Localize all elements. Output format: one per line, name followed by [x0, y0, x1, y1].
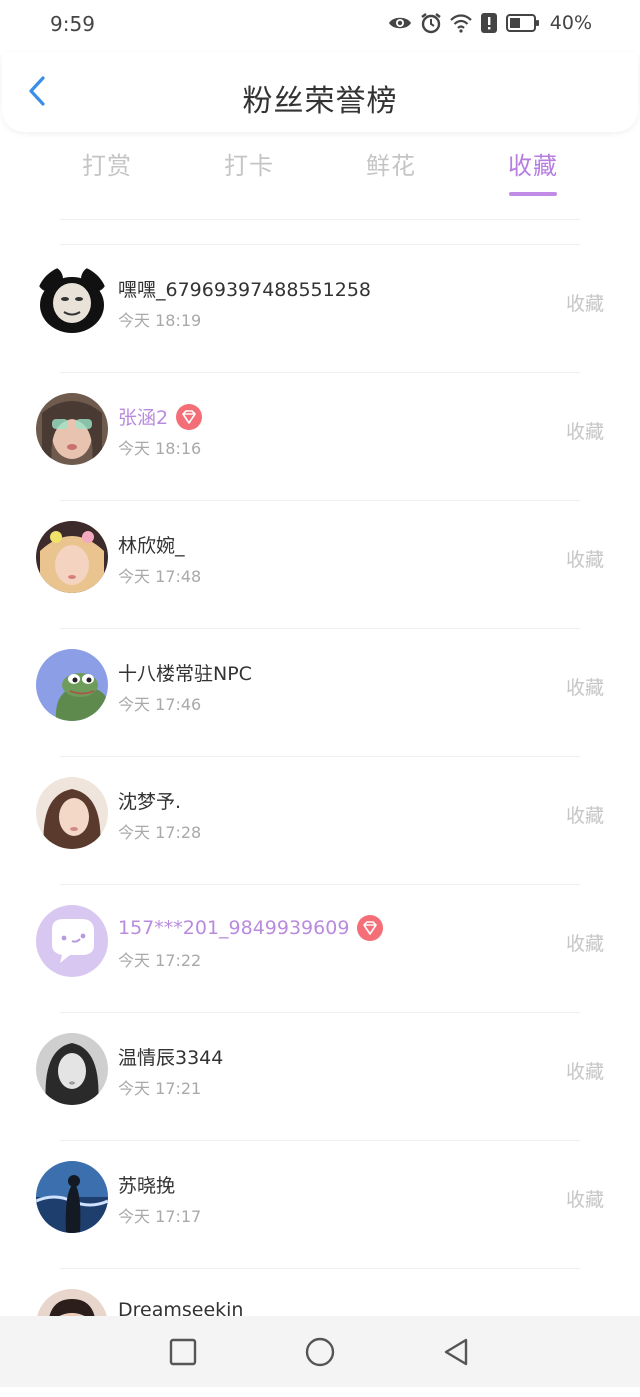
avatar[interactable] — [36, 1033, 108, 1105]
tab-label: 打卡 — [224, 152, 274, 180]
list-item[interactable]: 十八楼常驻NPC 今天 17:46 收藏 — [0, 629, 640, 757]
name-line: 157***201_9849939609 — [118, 915, 384, 941]
list-item[interactable]: 嘿嘿_67969397488551258 今天 18:19 收藏 — [0, 245, 640, 373]
tab-label: 收藏 — [508, 152, 558, 180]
action-label: 收藏 — [565, 933, 604, 955]
status-icons: 40% — [388, 12, 592, 34]
navigation-bar: 粉丝荣誉榜 — [2, 52, 638, 132]
fan-name: 苏晓挽 — [118, 1175, 176, 1197]
tab-reward[interactable]: 打赏 — [57, 146, 157, 181]
name-line: 温情辰3344 — [118, 1043, 223, 1070]
fan-time: 今天 17:48 — [118, 567, 202, 586]
fan-name: 157***201_9849939609 — [118, 917, 350, 939]
battery-percentage: 40% — [549, 12, 592, 34]
tab-label: 打赏 — [82, 152, 132, 180]
alert-icon — [480, 12, 498, 34]
fan-name: 沈梦予. — [118, 791, 182, 813]
list-item[interactable]: 温情辰3344 今天 17:21 收藏 — [0, 1013, 640, 1141]
name-line: 嘿嘿_67969397488551258 — [118, 275, 371, 302]
fan-time: 今天 17:28 — [118, 823, 202, 842]
divider — [60, 219, 580, 220]
status-bar: 9:59 40% — [0, 0, 640, 52]
fan-time: 今天 17:46 — [118, 695, 202, 714]
name-line: 张涵2 — [118, 403, 203, 430]
action-label: 收藏 — [565, 293, 604, 315]
fan-name: 张涵2 — [118, 407, 169, 429]
page-title: 粉丝荣誉榜 — [242, 84, 398, 119]
wifi-icon — [449, 13, 472, 33]
name-line: 十八楼常驻NPC — [118, 659, 252, 686]
fan-time: 今天 17:22 — [118, 951, 202, 970]
action-label: 收藏 — [565, 1189, 604, 1211]
avatar[interactable] — [36, 393, 108, 465]
list-item[interactable]: 林欣婉_ 今天 17:48 收藏 — [0, 501, 640, 629]
tab-label: 鲜花 — [366, 152, 416, 180]
system-navigation-bar — [0, 1316, 640, 1387]
fan-time: 今天 18:19 — [118, 311, 202, 330]
list-item[interactable]: 苏晓挽 今天 17:17 收藏 — [0, 1141, 640, 1269]
action-label: 收藏 — [565, 677, 604, 699]
eye-icon — [388, 14, 412, 32]
avatar[interactable] — [36, 265, 108, 337]
action-label: 收藏 — [565, 1061, 604, 1083]
alarm-icon — [420, 12, 442, 34]
home-icon — [302, 1334, 338, 1370]
fan-name: 温情辰3344 — [118, 1047, 224, 1069]
tab-checkin[interactable]: 打卡 — [199, 146, 299, 181]
name-line: 苏晓挽 — [118, 1171, 175, 1198]
avatar[interactable] — [36, 1161, 108, 1233]
avatar[interactable] — [36, 777, 108, 849]
list-item[interactable]: 沈梦予. 今天 17:28 收藏 — [0, 757, 640, 885]
list-item[interactable]: 157***201_9849939609 今天 17:22 收藏 — [0, 885, 640, 1013]
status-time: 9:59 — [50, 12, 95, 36]
name-line: 沈梦予. — [118, 787, 181, 814]
vip-badge-icon — [176, 403, 203, 430]
fan-time: 今天 17:17 — [118, 1207, 202, 1226]
tab-flowers[interactable]: 鲜花 — [341, 146, 441, 181]
action-label: 收藏 — [565, 805, 604, 827]
fan-name: 林欣婉_ — [118, 535, 185, 557]
action-label: 收藏 — [565, 421, 604, 443]
system-back-button[interactable] — [438, 1334, 474, 1370]
tab-favorites[interactable]: 收藏 — [483, 146, 583, 196]
back-icon — [438, 1334, 474, 1370]
fan-name: 嘿嘿_67969397488551258 — [118, 279, 372, 301]
home-button[interactable] — [302, 1334, 338, 1370]
recent-apps-icon — [165, 1334, 201, 1370]
fan-time: 今天 17:21 — [118, 1079, 202, 1098]
fan-list: 嘿嘿_67969397488551258 今天 18:19 收藏 张涵2 今天 … — [0, 245, 640, 1397]
avatar[interactable] — [36, 521, 108, 593]
list-item[interactable]: 张涵2 今天 18:16 收藏 — [0, 373, 640, 501]
vip-badge-icon — [357, 915, 384, 941]
tab-bar: 打赏 打卡 鲜花 收藏 — [0, 146, 640, 202]
name-line: 林欣婉_ — [118, 531, 185, 558]
battery-icon — [505, 13, 540, 33]
avatar[interactable] — [36, 649, 108, 721]
recent-apps-button[interactable] — [165, 1334, 201, 1370]
action-label: 收藏 — [565, 549, 604, 571]
fan-time: 今天 18:16 — [118, 439, 202, 458]
active-tab-indicator — [509, 192, 557, 196]
fan-name: 十八楼常驻NPC — [118, 663, 252, 685]
avatar[interactable] — [36, 905, 108, 977]
